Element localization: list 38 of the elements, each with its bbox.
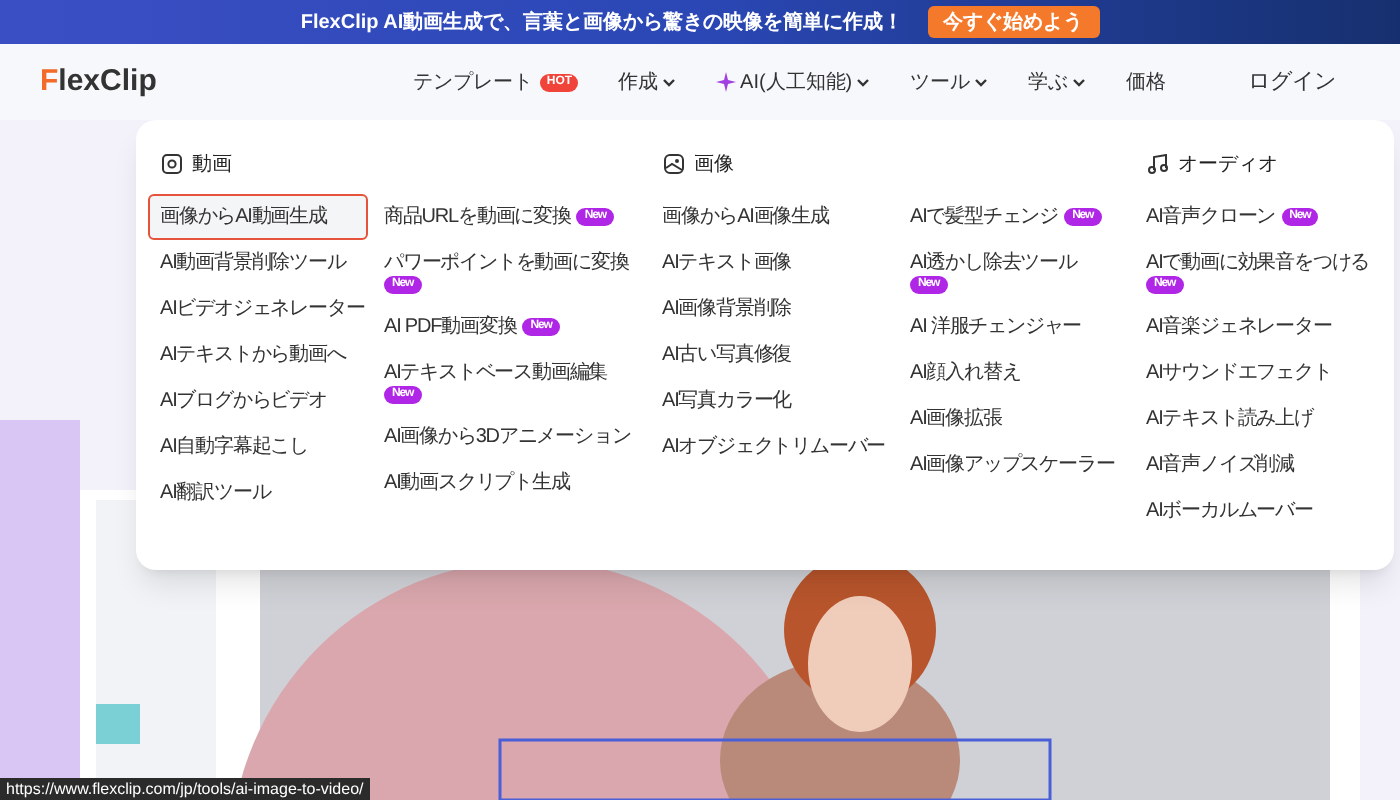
menu-item[interactable]: AI音声ノイズ削減 — [1134, 442, 1386, 488]
menu-item[interactable]: AI顔入れ替え — [898, 350, 1130, 396]
nav-item[interactable]: ツール — [910, 67, 989, 97]
nav-item[interactable]: AI(人工知能) — [716, 67, 871, 97]
section-title: オーディオ — [1178, 151, 1278, 179]
menu-item[interactable]: AI翻訳ツール — [148, 470, 368, 516]
nav-item[interactable]: 学ぶ — [1028, 67, 1087, 97]
menu-item[interactable]: 画像からAI画像生成 — [650, 194, 894, 240]
menu-item[interactable]: AIブログからビデオ — [148, 378, 368, 424]
menu-item[interactable]: AIテキスト読み上げ — [1134, 396, 1386, 442]
menu-item[interactable]: AIサウンドエフェクト — [1134, 350, 1386, 396]
menu-item[interactable]: AI画像から3Dアニメーション — [372, 414, 644, 460]
menu-item[interactable]: AIテキスト画像 — [650, 240, 894, 286]
menu-item[interactable]: AIビデオジェネレーター — [148, 286, 368, 332]
section-title: 動画 — [192, 151, 232, 179]
menu-item[interactable]: AI画像拡張 — [898, 396, 1130, 442]
nav-item[interactable]: 価格 — [1126, 67, 1167, 97]
banner-text: FlexClip AI動画生成で、言葉と画像から驚きの映像を簡単に作成！ — [300, 8, 904, 37]
menu-item[interactable]: AI動画背景削除ツール — [148, 240, 368, 286]
menu-item[interactable]: AI写真カラー化 — [650, 378, 894, 424]
section-title: 画像 — [694, 151, 734, 179]
menu-item[interactable]: AI動画スクリプト生成 — [372, 460, 644, 506]
nav-item[interactable]: 作成 — [618, 67, 677, 97]
music-icon — [1148, 154, 1168, 174]
menu-item[interactable]: AI 洋服チェンジャー — [898, 304, 1130, 350]
menu-item[interactable]: AI古い写真修復 — [650, 332, 894, 378]
menu-item[interactable]: AI画像アップスケーラー — [898, 442, 1130, 488]
menu-item[interactable]: AI音楽ジェネレーター — [1134, 304, 1386, 350]
image-icon — [664, 154, 684, 174]
login-link[interactable]: ログイン — [1248, 65, 1336, 99]
logo[interactable]: FlexClip — [40, 59, 157, 105]
menu-item[interactable]: 画像からAI動画生成 — [148, 194, 368, 240]
menu-item[interactable]: AI画像背景削除 — [650, 286, 894, 332]
menu-item[interactable]: AIテキストから動画へ — [148, 332, 368, 378]
status-url: https://www.flexclip.com/jp/tools/ai-image-to-video/ — [0, 778, 370, 800]
menu-item[interactable]: AI自動字幕起こし — [148, 424, 368, 470]
menu-item[interactable]: AIボーカルムーバー — [1134, 488, 1386, 534]
menu-item[interactable]: AIオブジェクトリムーバー — [650, 424, 894, 470]
